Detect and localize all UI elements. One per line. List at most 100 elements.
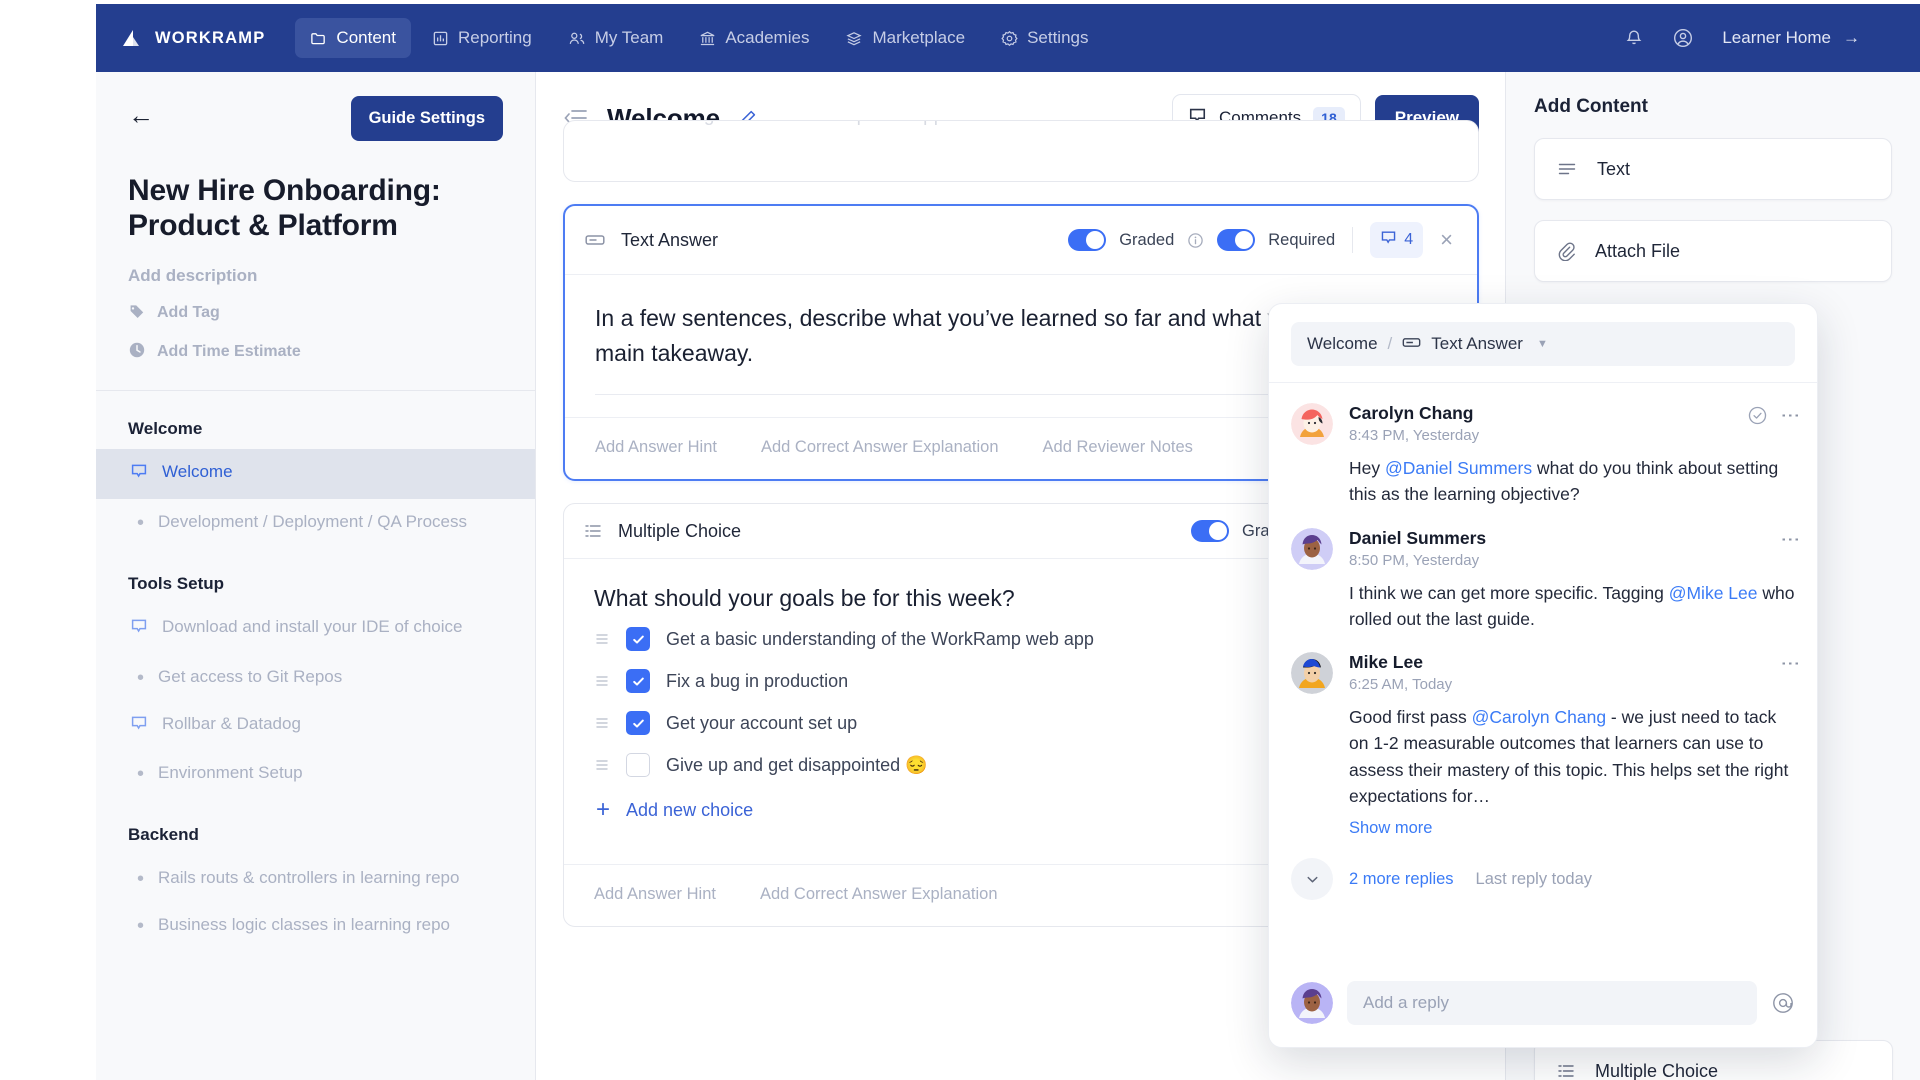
sidebar-item-rails-routes[interactable]: • Rails routs & controllers in learning …: [96, 855, 535, 902]
previous-card-text: understanding of the WorkRamp web app.: [594, 120, 950, 127]
bullet-icon: •: [137, 513, 144, 533]
reply-input[interactable]: [1347, 981, 1757, 1025]
avatar: [1291, 403, 1333, 445]
add-answer-hint-link[interactable]: Add Answer Hint: [594, 885, 716, 904]
arrow-right-icon: →: [1843, 28, 1860, 48]
graded-toggle[interactable]: [1191, 520, 1229, 542]
choice-checkbox[interactable]: [626, 711, 650, 735]
info-icon[interactable]: [1187, 232, 1204, 249]
sidebar-item-label: Download and install your IDE of choice: [162, 616, 463, 639]
sidebar-item-git-repos[interactable]: • Get access to Git Repos: [96, 654, 535, 701]
comment-timestamp: 8:43 PM, Yesterday: [1349, 427, 1479, 444]
sidebar-section-list-backend: • Rails routs & controllers in learning …: [96, 855, 535, 949]
bullet-icon: •: [137, 764, 144, 784]
sidebar-item-rollbar-datadog[interactable]: Rollbar & Datadog: [96, 701, 535, 751]
drag-handle-icon[interactable]: [594, 631, 610, 647]
add-reviewer-notes-link[interactable]: Add Reviewer Notes: [1043, 438, 1193, 457]
required-toggle[interactable]: [1217, 229, 1255, 251]
breadcrumb-separator: /: [1388, 334, 1393, 354]
nav-item-my-team[interactable]: My Team: [553, 18, 679, 58]
brand-name: WORKRAMP: [155, 29, 265, 48]
nav-item-marketplace[interactable]: Marketplace: [830, 18, 980, 58]
comment-text-part: I think we can get more specific. Taggin…: [1349, 583, 1669, 603]
add-new-choice-label: Add new choice: [626, 800, 753, 821]
drag-handle-icon[interactable]: [594, 715, 610, 731]
add-tag-label: Add Tag: [157, 304, 220, 322]
nav-item-reporting[interactable]: Reporting: [417, 18, 547, 58]
sidebar-item-business-logic[interactable]: • Business logic classes in learning rep…: [96, 902, 535, 949]
comment-text-part: Good first pass: [1349, 707, 1472, 727]
graded-toggle[interactable]: [1068, 229, 1106, 251]
bullet-icon: •: [137, 668, 144, 688]
choice-checkbox[interactable]: [626, 753, 650, 777]
comments-breadcrumb[interactable]: Welcome / Text Answer ▼: [1291, 322, 1795, 366]
more-replies-label[interactable]: 2 more replies: [1349, 870, 1454, 889]
add-content-title: Add Content: [1534, 96, 1892, 118]
sidebar-item-welcome[interactable]: Welcome: [96, 449, 535, 499]
sidebar-section-list-tools: Download and install your IDE of choice …: [96, 604, 535, 798]
drag-handle-icon[interactable]: [594, 757, 610, 773]
sidebar-item-dev-deploy-qa[interactable]: • Development / Deployment / QA Process: [96, 499, 535, 546]
control-divider: [1352, 227, 1353, 253]
at-icon[interactable]: [1771, 991, 1795, 1015]
chevron-down-icon[interactable]: [1291, 858, 1333, 900]
nav-item-academies[interactable]: Academies: [684, 18, 824, 58]
back-button[interactable]: ←: [128, 96, 154, 128]
add-correct-answer-explanation-link[interactable]: Add Correct Answer Explanation: [760, 885, 998, 904]
sidebar-section-title-welcome: Welcome: [96, 391, 535, 439]
show-more-link[interactable]: Show more: [1349, 819, 1795, 838]
sidebar-section-title-tools-setup: Tools Setup: [96, 546, 535, 594]
nav-item-content[interactable]: Content: [295, 18, 411, 58]
guide-title: New Hire Onboarding: Product & Platform: [96, 141, 535, 244]
add-content-attach-file-button[interactable]: Attach File: [1534, 220, 1892, 282]
add-correct-answer-explanation-link[interactable]: Add Correct Answer Explanation: [761, 438, 999, 457]
choice-label: Get a basic understanding of the WorkRam…: [666, 629, 1094, 650]
sidebar-item-environment-setup[interactable]: • Environment Setup: [96, 750, 535, 797]
mention-link[interactable]: @Daniel Summers: [1385, 458, 1532, 478]
comments-list[interactable]: Carolyn Chang 8:43 PM, Yesterday ⋮ Hey @…: [1269, 382, 1817, 967]
sidebar-item-download-ide[interactable]: Download and install your IDE of choice: [96, 604, 535, 654]
add-time-estimate-row[interactable]: Add Time Estimate: [128, 341, 503, 364]
content-chip-icon: [130, 714, 148, 739]
resolve-check-icon[interactable]: [1747, 405, 1768, 426]
comment-header: Daniel Summers 8:50 PM, Yesterday ⋮: [1349, 528, 1795, 569]
add-content-text-button[interactable]: Text: [1534, 138, 1892, 200]
chevron-down-icon[interactable]: ▼: [1537, 338, 1548, 350]
breadcrumb-root: Welcome: [1307, 334, 1378, 354]
comment-menu-icon[interactable]: ⋮: [1784, 530, 1795, 549]
comments-breadcrumb-wrap: Welcome / Text Answer ▼: [1269, 304, 1817, 382]
sidebar-item-label: Environment Setup: [158, 762, 303, 785]
more-replies-row[interactable]: 2 more replies Last reply today: [1291, 858, 1795, 900]
choice-checkbox[interactable]: [626, 669, 650, 693]
nav-item-settings[interactable]: Settings: [986, 18, 1103, 58]
guide-settings-button[interactable]: Guide Settings: [351, 96, 503, 141]
comment-menu-icon[interactable]: ⋮: [1784, 654, 1795, 673]
comment-body: Good first pass @Carolyn Chang - we just…: [1349, 704, 1795, 809]
add-description-link[interactable]: Add description: [128, 266, 503, 286]
choice-checkbox[interactable]: [626, 627, 650, 651]
drag-handle-icon[interactable]: [594, 673, 610, 689]
comment-text-part: Hey: [1349, 458, 1385, 478]
comment-actions: ⋮: [1784, 652, 1795, 673]
mention-link[interactable]: @Mike Lee: [1669, 583, 1758, 603]
folder-icon: [310, 30, 327, 47]
add-content-multiple-choice-label: Multiple Choice: [1595, 1061, 1718, 1080]
card-comments-pill[interactable]: 4: [1370, 222, 1423, 258]
sidebar-section-list-welcome: Welcome • Development / Deployment / QA …: [96, 449, 535, 546]
bell-icon[interactable]: [1624, 28, 1644, 48]
learner-home-link[interactable]: Learner Home →: [1722, 28, 1860, 48]
content-chip-icon: [130, 462, 148, 487]
add-answer-hint-link[interactable]: Add Answer Hint: [595, 438, 717, 457]
account-icon[interactable]: [1672, 27, 1694, 49]
close-icon[interactable]: ×: [1436, 227, 1457, 253]
comment-menu-icon[interactable]: ⋮: [1784, 406, 1795, 425]
choice-label: Fix a bug in production: [666, 671, 848, 692]
card-type-label: Multiple Choice: [618, 521, 741, 542]
mention-link[interactable]: @Carolyn Chang: [1472, 707, 1607, 727]
nav-label: Settings: [1027, 28, 1088, 48]
comment-header: Carolyn Chang 8:43 PM, Yesterday ⋮: [1349, 403, 1795, 444]
add-time-estimate-label: Add Time Estimate: [157, 343, 301, 361]
comment-body: I think we can get more specific. Taggin…: [1349, 580, 1795, 633]
add-tag-row[interactable]: Add Tag: [128, 302, 503, 325]
brand-logo[interactable]: WORKRAMP: [122, 29, 265, 48]
